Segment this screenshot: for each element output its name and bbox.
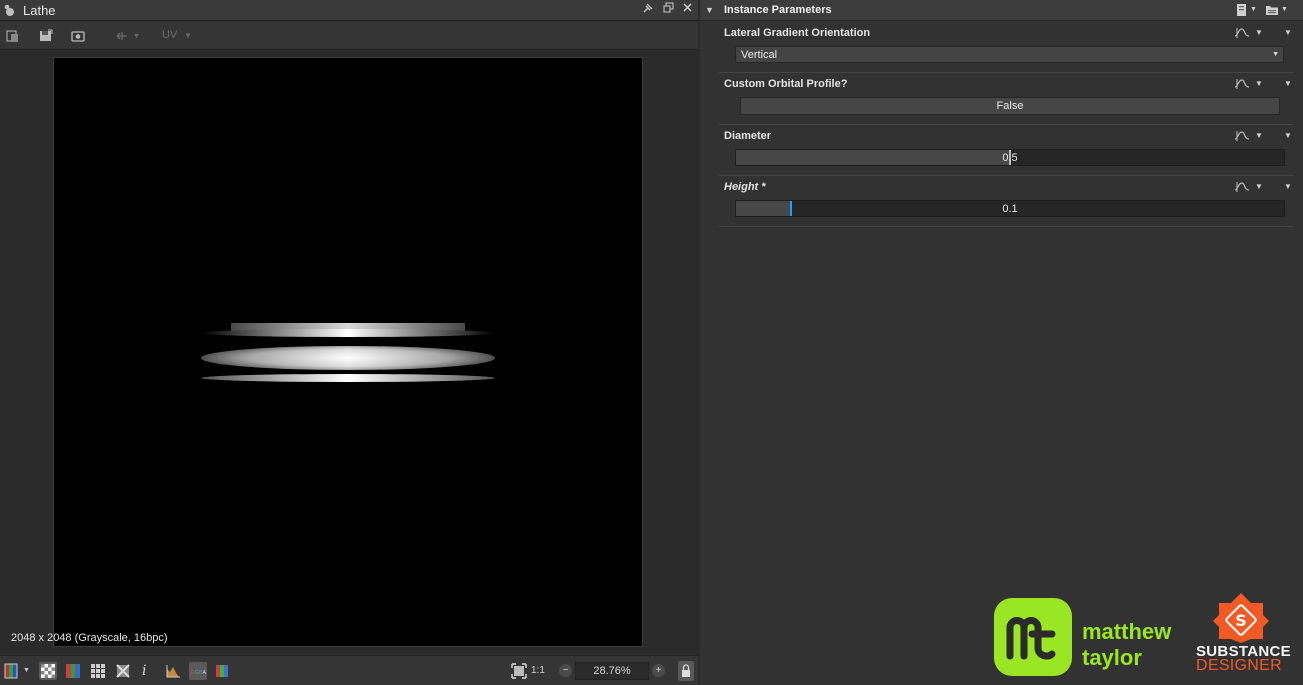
dropdown-arrow-icon: ▼ [1272, 51, 1279, 58]
svg-text:A: A [203, 670, 207, 676]
app-window: Lathe ▼ UV ▼ 2048 x 2048 (Grayscale, 16b… [0, 0, 1303, 685]
expose-function-icon[interactable] [1234, 180, 1250, 194]
instance-parameters-header[interactable]: ▼ Instance Parameters ▼ ▼ [700, 0, 1303, 21]
svg-text:S: S [1235, 611, 1247, 630]
color-gradient-icon[interactable] [64, 662, 82, 680]
parameters-panel: ▼ Instance Parameters ▼ ▼ Lateral Gradie… [700, 0, 1303, 685]
resolution-label: 2048 x 2048 (Grayscale, 16bpc) [11, 632, 168, 644]
close-icon[interactable] [679, 2, 695, 18]
param-lateral-gradient-orientation: Lateral Gradient Orientation ▼ ▼ Vertica… [719, 22, 1293, 73]
color-picker-icon[interactable] [213, 662, 231, 680]
save-image-icon[interactable] [38, 28, 54, 44]
expose-function-icon[interactable] [1234, 129, 1250, 143]
info-icon[interactable]: i [142, 662, 160, 680]
orientation-dropdown[interactable]: Vertical ▼ [735, 46, 1284, 63]
param-height: Height * ▼ ▼ 0.1 [719, 176, 1293, 227]
viewport-area[interactable]: 2048 x 2048 (Grayscale, 16bpc) [0, 51, 698, 654]
author-first-name: matthew [1082, 619, 1172, 644]
param-custom-orbital-profile: Custom Orbital Profile? ▼ ▼ False [719, 73, 1293, 125]
expose-function-icon[interactable] [1234, 26, 1250, 40]
texture-preview[interactable] [53, 57, 643, 647]
zoom-in-button[interactable]: + [652, 664, 665, 677]
param-label: Custom Orbital Profile? [724, 78, 848, 90]
param-options-caret[interactable]: ▼ [1255, 182, 1263, 191]
pin-icon[interactable] [640, 2, 656, 18]
param-label: Lateral Gradient Orientation [724, 27, 871, 39]
float-window-icon[interactable] [660, 2, 676, 18]
param-menu-caret[interactable]: ▼ [1284, 79, 1292, 88]
viewer-titlebar: Lathe [0, 0, 698, 21]
checker-background-icon[interactable] [39, 662, 57, 680]
param-options-caret[interactable]: ▼ [1255, 79, 1263, 88]
expose-function-icon[interactable] [1234, 77, 1250, 91]
zoom-level-field[interactable]: 28.76% [575, 662, 649, 680]
preset-dropdown-caret[interactable]: ▼ [1250, 6, 1257, 13]
substance-app-icon [4, 4, 14, 16]
uv-mode-button[interactable]: UV [162, 29, 177, 41]
height-slider[interactable]: 0.1 [735, 200, 1285, 217]
uv-dropdown-caret[interactable]: ▼ [184, 31, 192, 40]
rgba-channels-icon[interactable]: RGBA [189, 662, 207, 680]
lock-icon [682, 664, 690, 677]
param-label: Height * [724, 181, 766, 193]
collapse-section-icon[interactable]: ▼ [705, 5, 714, 15]
folder-dropdown-caret[interactable]: ▼ [1281, 6, 1288, 13]
param-menu-caret[interactable]: ▼ [1284, 28, 1292, 37]
param-label: Diameter [724, 130, 772, 142]
param-menu-caret[interactable]: ▼ [1284, 131, 1292, 140]
channel-dropdown-caret[interactable]: ▼ [23, 667, 30, 674]
tile-mode-icon[interactable] [114, 662, 132, 680]
flow-icon[interactable] [114, 28, 130, 44]
zoom-1to1-button[interactable]: 1:1 [531, 665, 545, 676]
author-last-name: taylor [1082, 645, 1142, 670]
param-menu-caret[interactable]: ▼ [1284, 182, 1292, 191]
viewer-title: Lathe [23, 3, 56, 18]
fit-view-icon[interactable] [510, 662, 528, 680]
preset-icon[interactable] [1235, 3, 1249, 17]
camera-icon[interactable] [70, 28, 86, 44]
lock-view-button[interactable] [678, 661, 694, 681]
substance-designer-logo: S [1213, 593, 1269, 643]
folder-icon[interactable] [1265, 3, 1279, 17]
viewer-toolbar: ▼ UV ▼ [0, 22, 698, 50]
param-options-caret[interactable]: ▼ [1255, 131, 1263, 140]
param-options-caret[interactable]: ▼ [1255, 28, 1263, 37]
lathe-render [201, 323, 495, 382]
author-name: matthew taylor [1082, 619, 1171, 671]
tiling-grid-icon[interactable] [89, 662, 107, 680]
histogram-icon[interactable] [164, 662, 182, 680]
display-settings-icon[interactable] [5, 28, 21, 44]
diameter-slider[interactable]: 0.5 [735, 149, 1285, 166]
matthew-taylor-logo [994, 598, 1072, 676]
param-diameter: Diameter ▼ ▼ 0.5 [719, 125, 1293, 176]
section-title: Instance Parameters [724, 4, 832, 16]
zoom-out-button[interactable]: − [559, 664, 572, 677]
dropdown-value: Vertical [741, 49, 778, 61]
viewer-bottombar: ▼ i RGBA 1:1 − 28.76% + [0, 655, 698, 685]
channel-color-icon[interactable] [4, 662, 22, 680]
flow-dropdown-caret[interactable]: ▼ [133, 33, 140, 40]
brand-line-2: DESIGNER [1196, 657, 1282, 674]
orbital-profile-toggle-button[interactable]: False [740, 97, 1280, 115]
slider-value: 0.1 [1002, 203, 1018, 215]
2d-view-panel: Lathe ▼ UV ▼ 2048 x 2048 (Grayscale, 16b… [0, 0, 698, 685]
slider-value: 0.5 [1002, 152, 1018, 164]
